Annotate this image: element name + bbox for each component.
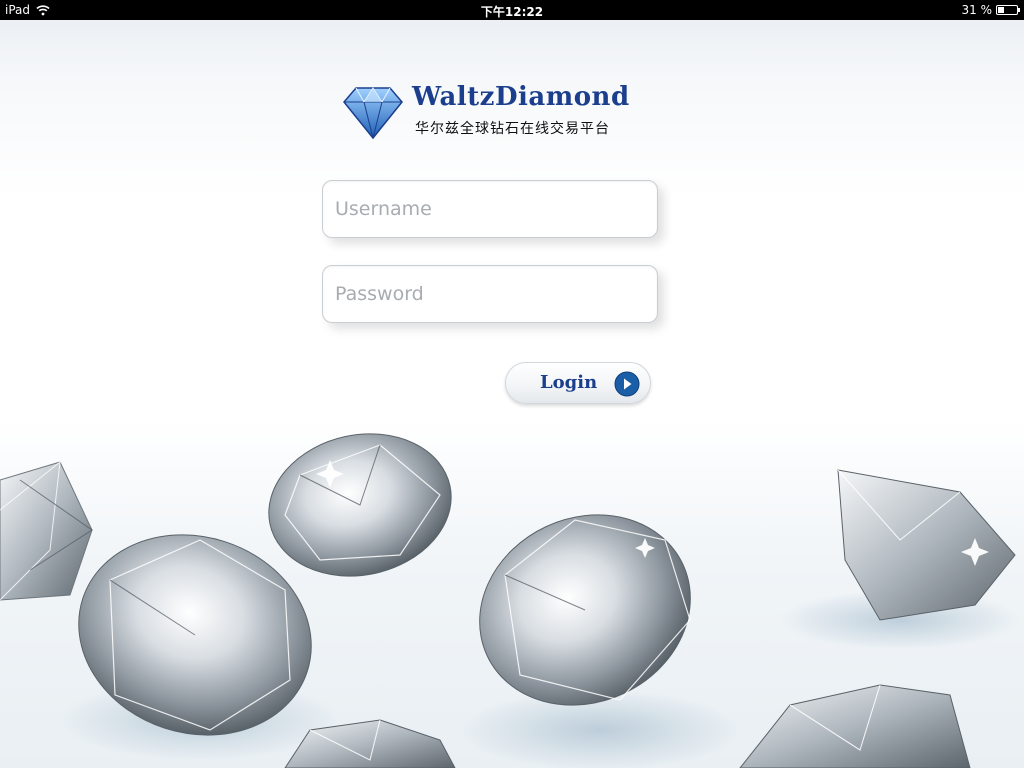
status-bar: iPad 下午12:22 31 % bbox=[0, 0, 1024, 20]
diamond-top-center bbox=[268, 433, 452, 577]
status-right: 31 % bbox=[961, 3, 1020, 17]
brand-tagline: 华尔兹全球钻石在线交易平台 bbox=[415, 121, 610, 137]
diamond-left-edge bbox=[0, 460, 93, 601]
arrow-right-circle-icon bbox=[614, 371, 640, 397]
diamonds-background-image bbox=[0, 433, 1020, 768]
username-input[interactable] bbox=[322, 180, 658, 238]
battery-percent: 31 % bbox=[961, 3, 993, 17]
login-label: Login bbox=[540, 372, 598, 393]
password-input[interactable] bbox=[322, 265, 658, 323]
diamond-logo-icon bbox=[343, 87, 403, 140]
battery-icon bbox=[996, 5, 1020, 15]
status-time: 下午12:22 bbox=[480, 5, 544, 19]
brand-name: WaltzDiamond bbox=[412, 82, 630, 112]
diamond-bottom-right bbox=[739, 684, 971, 768]
login-button[interactable]: Login bbox=[505, 362, 651, 404]
battery-fill bbox=[998, 7, 1004, 13]
brand-logo: WaltzDiamond 华尔兹全球钻石在线交易平台 bbox=[342, 82, 642, 142]
